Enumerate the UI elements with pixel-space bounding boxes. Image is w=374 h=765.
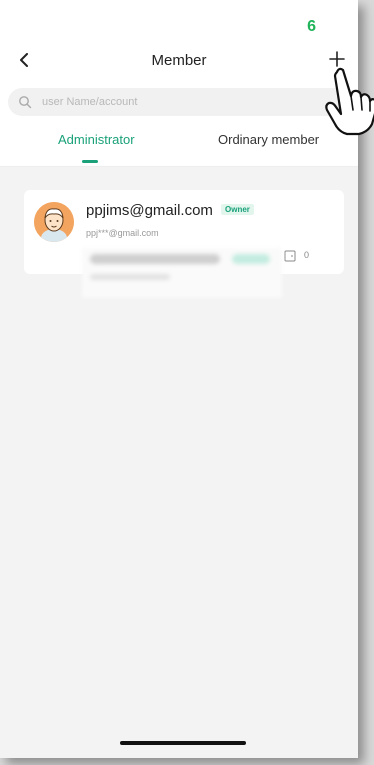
search-icon [19,96,32,109]
active-tab-indicator [82,160,98,163]
status-badge: 6 [307,18,316,35]
member-account: ppj***@gmail.com [86,228,159,238]
member-name: ppjims@gmail.com [86,202,213,219]
device-icon [284,250,296,262]
avatar [34,202,74,242]
user-avatar-icon [34,202,74,242]
blurred-member-row [82,248,282,298]
pointing-hand-icon [325,67,374,136]
search-bar [0,82,358,126]
tab-administrator[interactable]: Administrator [58,132,135,147]
nav-bar: Member [0,40,358,82]
phone-screen: 6 Member Administrator Ordinary member [0,0,358,758]
device-count: 0 [304,250,310,260]
home-indicator [120,741,246,745]
search-input[interactable] [40,95,304,109]
tab-bar: Administrator Ordinary member [0,126,358,167]
status-bar: 6 [0,0,358,40]
search-box[interactable] [8,88,350,116]
page-title: Member [151,52,207,69]
tab-ordinary-member[interactable]: Ordinary member [218,132,319,147]
owner-badge: Owner [221,204,254,215]
